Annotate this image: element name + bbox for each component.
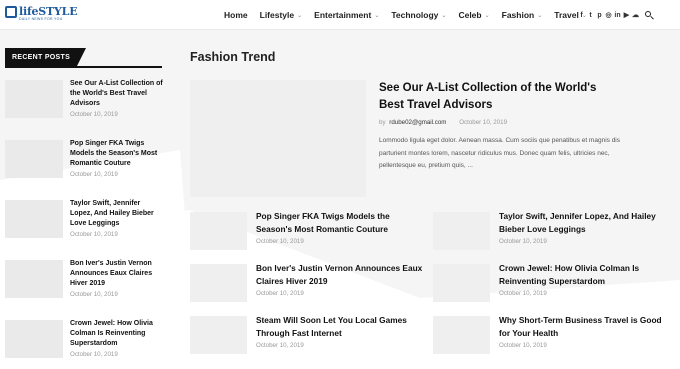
sidebar: RECENT POSTS See Our A-List Collection o… — [0, 30, 164, 369]
post-date: October 10, 2019 — [459, 119, 508, 126]
instagram-icon[interactable]: ◎ — [604, 11, 613, 19]
post-thumbnail[interactable] — [5, 140, 63, 178]
recent-posts-widget-title: RECENT POSTS — [5, 48, 162, 68]
nav-item-label: Travel — [554, 10, 579, 20]
site-logo[interactable]: lifeSTYLE DAILY NEWS FOR YOU — [5, 5, 78, 25]
nav-item-label: Celeb — [458, 10, 482, 20]
post-title[interactable]: Crown Jewel: How Olivia Colman Is Reinve… — [499, 262, 669, 287]
post-title[interactable]: Pop Singer FKA Twigs Models the Season's… — [70, 139, 164, 169]
linkedin-icon[interactable]: in — [613, 12, 622, 19]
post-thumbnail[interactable] — [5, 80, 63, 118]
sidebar-post[interactable]: See Our A-List Collection of the World's… — [5, 79, 164, 130]
widget-title-label: RECENT POSTS — [5, 48, 87, 66]
post-title[interactable]: Why Short-Term Business Travel is Good f… — [499, 314, 669, 339]
site-header: lifeSTYLE DAILY NEWS FOR YOU Home Lifest… — [0, 0, 680, 30]
post-thumbnail[interactable] — [433, 264, 490, 302]
nav-item-celeb[interactable]: Celeb ⌄ — [458, 10, 489, 20]
post-thumbnail[interactable] — [5, 200, 63, 238]
post-title[interactable]: Pop Singer FKA Twigs Models the Season's… — [256, 210, 426, 235]
pinterest-icon[interactable]: p — [595, 12, 604, 19]
post-thumbnail[interactable] — [5, 260, 63, 298]
post-author[interactable]: rdube02@gmail.com — [389, 119, 446, 126]
logo-mark-icon — [5, 6, 17, 18]
grid-post[interactable]: Crown Jewel: How Olivia Colman Is Reinve… — [433, 263, 663, 314]
post-thumbnail[interactable] — [5, 320, 63, 358]
logo-tagline: DAILY NEWS FOR YOU — [19, 17, 63, 21]
post-title[interactable]: Crown Jewel: How Olivia Colman Is Reinve… — [70, 319, 164, 349]
post-date: October 10, 2019 — [499, 342, 547, 349]
post-date: October 10, 2019 — [70, 351, 118, 358]
featured-post-meta: by rdube02@gmail.com October 10, 2019 — [379, 119, 507, 126]
post-date: October 10, 2019 — [70, 231, 118, 238]
sidebar-post[interactable]: Crown Jewel: How Olivia Colman Is Reinve… — [5, 320, 162, 369]
section-title: Fashion Trend — [190, 50, 276, 64]
post-title[interactable]: See Our A-List Collection of the World's… — [70, 79, 164, 109]
nav-item-label: Entertainment — [314, 10, 372, 20]
grid-post[interactable]: Bon Iver's Justin Vernon Announces Eaux … — [190, 263, 422, 314]
post-thumbnail[interactable] — [190, 212, 247, 250]
featured-post-title[interactable]: See Our A-List Collection of the World's… — [379, 80, 624, 114]
search-handle — [650, 15, 654, 19]
post-thumbnail[interactable] — [190, 316, 247, 354]
nav-item-label: Fashion — [501, 10, 535, 20]
social-icons: f t p ◎ in ▶ ☁ — [577, 0, 654, 30]
post-date: October 10, 2019 — [499, 290, 547, 297]
main-nav: Home Lifestyle ⌄ Entertainment ⌄ Technolog… — [224, 0, 599, 30]
post-date: October 10, 2019 — [70, 111, 118, 118]
post-title[interactable]: Taylor Swift, Jennifer Lopez, And Hailey… — [70, 199, 164, 229]
post-title[interactable]: Taylor Swift, Jennifer Lopez, And Hailey… — [499, 210, 669, 235]
grid-post[interactable]: Why Short-Term Business Travel is Good f… — [433, 315, 663, 366]
nav-item-entertainment[interactable]: Entertainment ⌄ — [314, 10, 379, 20]
grid-post[interactable]: Taylor Swift, Jennifer Lopez, And Hailey… — [433, 211, 663, 262]
featured-thumbnail[interactable] — [190, 80, 366, 197]
sidebar-post[interactable]: Pop Singer FKA Twigs Models the Season's… — [5, 140, 162, 190]
nav-item-label: Home — [224, 10, 248, 20]
featured-post-excerpt: Lommodo ligula eget dolor. Aenean massa.… — [379, 137, 621, 169]
post-thumbnail[interactable] — [433, 316, 490, 354]
post-date: October 10, 2019 — [256, 342, 304, 349]
chevron-down-icon: ⌄ — [537, 12, 543, 19]
twitter-icon[interactable]: t — [586, 12, 595, 19]
nav-item-technology[interactable]: Technology ⌄ — [391, 10, 446, 20]
chevron-down-icon: ⌄ — [484, 12, 490, 19]
post-date: October 10, 2019 — [256, 238, 304, 245]
post-title[interactable]: Bon Iver's Justin Vernon Announces Eaux … — [70, 259, 164, 289]
search-icon[interactable] — [644, 10, 654, 20]
post-date: October 10, 2019 — [70, 291, 118, 298]
meta-by: by — [379, 119, 386, 126]
post-date: October 10, 2019 — [499, 238, 547, 245]
post-date: October 10, 2019 — [70, 171, 118, 178]
post-title[interactable]: Bon Iver's Justin Vernon Announces Eaux … — [256, 262, 426, 287]
grid-post[interactable]: Steam Will Soon Let You Local Games Thro… — [190, 315, 420, 366]
post-thumbnail[interactable] — [433, 212, 490, 250]
nav-item-lifestyle[interactable]: Lifestyle ⌄ — [260, 10, 303, 20]
nav-item-fashion[interactable]: Fashion ⌄ — [502, 10, 543, 20]
sidebar-post[interactable]: Bon Iver's Justin Vernon Announces Eaux … — [5, 260, 162, 310]
sidebar-post[interactable]: Taylor Swift, Jennifer Lopez, And Hailey… — [5, 200, 162, 250]
post-title[interactable]: Steam Will Soon Let You Local Games Thro… — [256, 314, 426, 339]
chevron-down-icon: ⌄ — [297, 12, 303, 19]
chevron-down-icon: ⌄ — [441, 12, 447, 19]
post-thumbnail[interactable] — [190, 264, 247, 302]
nav-item-label: Lifestyle — [259, 10, 295, 20]
chevron-down-icon: ⌄ — [374, 12, 380, 19]
facebook-icon[interactable]: f — [577, 12, 586, 19]
nav-item-label: Technology — [391, 10, 439, 20]
youtube-icon[interactable]: ▶ — [622, 11, 631, 19]
soundcloud-icon[interactable]: ☁ — [631, 11, 640, 19]
grid-post[interactable]: Pop Singer FKA Twigs Models the Season's… — [190, 211, 420, 262]
post-date: October 10, 2019 — [256, 290, 304, 297]
nav-item-home[interactable]: Home — [224, 10, 248, 20]
